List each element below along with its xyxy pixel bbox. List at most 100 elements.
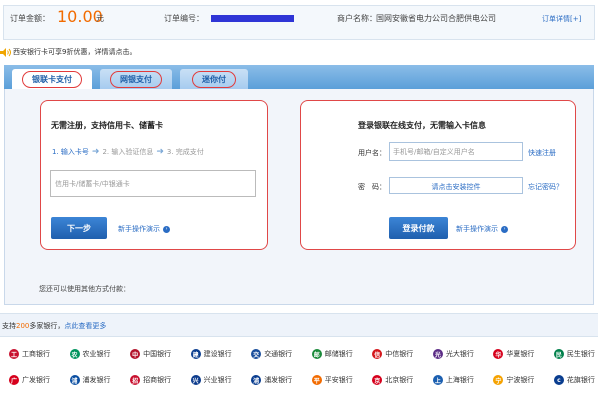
bank-logo-icon: 宁: [493, 375, 504, 385]
guide-link-left[interactable]: 新手操作演示 ›: [118, 224, 170, 234]
bank-item[interactable]: 信中信银行: [372, 348, 413, 360]
bank-item[interactable]: 浦浦发银行: [251, 374, 292, 386]
bank-item[interactable]: 民民生银行: [553, 348, 595, 360]
bank-name: 兴业银行: [203, 376, 232, 384]
bank-item[interactable]: 兴兴业银行: [190, 374, 232, 386]
bank-logo-icon: 工: [9, 349, 19, 359]
bank-logo-icon: 建: [190, 349, 201, 359]
bank-row-1: 工工商银行 农农业银行 中中国银行 建建设银行 交交通银行 邮邮储银行 信中信银行 光光大银行…: [9, 348, 595, 360]
bank-logo-icon: 华: [493, 349, 504, 359]
bank-logo-icon: 光: [432, 349, 443, 359]
username-input[interactable]: 手机号/邮箱/自定义用户名: [389, 142, 523, 161]
bank-count: 200: [16, 322, 30, 330]
merchant-label: 商户名称：: [337, 14, 377, 23]
bank-logo-icon: 浦: [69, 375, 80, 385]
order-number-redacted: [211, 15, 294, 22]
bank-logo-icon: 上: [432, 375, 443, 385]
bank-item[interactable]: 中中国银行: [130, 348, 171, 360]
bank-name: 浦发银行: [264, 376, 293, 384]
bank-name: 宁波银行: [506, 376, 535, 384]
pay-steps: 1. 输入卡号 ➜ 2. 输入验证信息 ➜ 3. 完成支付: [52, 147, 204, 157]
bank-item[interactable]: 宁宁波银行: [493, 374, 534, 386]
tab-mini-pay-label: 迷你付: [192, 70, 236, 88]
bank-name: 平安银行: [324, 376, 353, 384]
support-suffix: 多家银行，: [29, 322, 65, 330]
amount-unit: 元: [96, 14, 104, 23]
arrow-right-icon: ➜: [91, 147, 100, 157]
password-label: 密 码：: [358, 183, 386, 191]
supported-banks-bar: 支持200多家银行，点此查看更多: [0, 313, 598, 337]
bank-item[interactable]: 邮邮储银行: [311, 348, 353, 360]
bank-name: 交通银行: [264, 350, 293, 358]
order-detail-link[interactable]: 订单详情[+]: [542, 14, 581, 24]
card-number-input[interactable]: 信用卡/储蓄卡/中银通卡: [50, 170, 256, 197]
promo-notice[interactable]: 西安银行卡可享9折优惠，详情请点击。: [0, 47, 136, 57]
bank-name: 建设银行: [203, 350, 232, 358]
arrow-circle-icon: ›: [501, 225, 508, 233]
next-button[interactable]: 下一步: [51, 217, 107, 239]
bank-item[interactable]: 工工商银行: [9, 348, 50, 360]
bank-logo-icon: 信: [372, 349, 383, 359]
bank-name: 工商银行: [22, 350, 50, 358]
login-pay-title: 登录银联在线支付，无需输入卡信息: [358, 121, 486, 130]
bank-logo-icon: 京: [372, 375, 383, 385]
bank-logo-icon: 农: [69, 349, 80, 359]
step-2: 2. 输入验证信息: [102, 148, 154, 156]
bank-item[interactable]: 平平安银行: [311, 374, 353, 386]
bank-name: 邮储银行: [324, 350, 353, 358]
bank-logo-icon: 中: [130, 349, 141, 359]
bank-logo-icon: 平: [311, 375, 322, 385]
amount-label: 订单金额：: [10, 14, 50, 23]
support-prefix: 支持: [2, 322, 16, 330]
register-link[interactable]: 快速注册: [528, 148, 556, 158]
bank-item[interactable]: 华华夏银行: [493, 348, 534, 360]
bank-name: 北京银行: [385, 376, 414, 384]
bank-name: 民生银行: [566, 350, 595, 358]
tab-mini-pay[interactable]: 迷你付: [180, 69, 248, 89]
bank-logo-icon: 招: [130, 375, 141, 385]
arrow-right-icon: ➜: [156, 147, 164, 157]
tab-online-banking[interactable]: 网银支付: [100, 69, 172, 89]
bank-name: 中国银行: [143, 350, 172, 358]
bank-item[interactable]: 上上海银行: [432, 374, 474, 386]
forgot-password-link[interactable]: 忘记密码？: [528, 182, 563, 192]
username-label: 用户名：: [358, 149, 386, 157]
bank-name: 中信银行: [385, 350, 414, 358]
more-banks-link[interactable]: 点此查看更多: [64, 322, 106, 330]
bank-item[interactable]: 京北京银行: [372, 374, 413, 386]
bank-name: 上海银行: [445, 376, 474, 384]
tab-unionpay-card[interactable]: 银联卡支付: [12, 69, 92, 89]
tab-unionpay-card-label: 银联卡支付: [22, 70, 82, 88]
bank-name: 广发银行: [22, 376, 50, 384]
bank-item[interactable]: 农农业银行: [69, 348, 111, 360]
bank-item[interactable]: 浦浦发银行: [69, 374, 111, 386]
bank-row-2: 广广发银行浦浦发银行招招商银行兴兴业银行浦浦发银行平平安银行京北京银行上上海银行…: [9, 374, 595, 386]
guide-link-left-label: 新手操作演示: [118, 225, 160, 233]
bank-logo-icon: 邮: [311, 349, 322, 359]
bank-logo-icon: 兴: [190, 375, 201, 385]
bank-name: 花旗银行: [566, 376, 595, 384]
bank-item[interactable]: 光光大银行: [432, 348, 474, 360]
speaker-icon: [0, 47, 11, 57]
login-pay-button[interactable]: 登录付款: [389, 217, 448, 239]
bank-item[interactable]: 广广发银行: [9, 374, 50, 386]
promo-notice-text: 西安银行卡可享9折优惠，详情请点击。: [13, 48, 137, 56]
merchant-name: 国网安徽省电力公司合肥供电公司: [376, 14, 496, 23]
bank-logo-icon: 民: [553, 349, 564, 359]
bank-logo-icon: 浦: [251, 375, 262, 385]
guide-link-right[interactable]: 新手操作演示 ›: [456, 224, 508, 234]
bank-logo-icon: 广: [9, 375, 19, 385]
bank-logo-icon: c: [553, 375, 564, 385]
bank-name: 华夏银行: [506, 350, 535, 358]
bank-item[interactable]: 招招商银行: [130, 374, 171, 386]
bank-item[interactable]: 建建设银行: [190, 348, 232, 360]
tab-strip: [4, 65, 594, 89]
bank-name: 农业银行: [82, 350, 111, 358]
bank-item[interactable]: 交交通银行: [251, 348, 292, 360]
step-1: 1. 输入卡号: [52, 148, 89, 156]
password-control-input[interactable]: 请点击安装控件: [389, 177, 523, 194]
order-number-label: 订单编号：: [164, 14, 204, 23]
other-methods-label: 您还可以使用其他方式付款：: [39, 285, 130, 293]
guide-link-right-label: 新手操作演示: [456, 225, 498, 233]
bank-item[interactable]: c 花旗银行: [553, 374, 595, 386]
